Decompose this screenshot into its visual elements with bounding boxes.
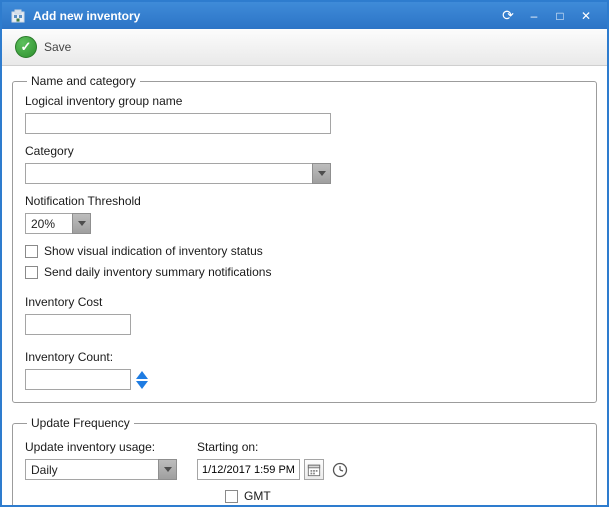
update-frequency-group: Update Frequency Update inventory usage:… (12, 416, 597, 505)
category-dropdown-button[interactable] (312, 163, 331, 184)
frequency-row: Update inventory usage: Daily Starting o… (25, 438, 584, 503)
inventory-cost-input[interactable] (25, 314, 131, 335)
category-dropdown-value (25, 163, 312, 184)
gmt-label: GMT (244, 489, 271, 503)
name-category-legend: Name and category (27, 74, 140, 88)
usage-column: Update inventory usage: Daily (25, 438, 197, 503)
group-name-input[interactable] (25, 113, 331, 134)
update-frequency-legend: Update Frequency (27, 416, 134, 430)
spinner-down-icon[interactable] (136, 381, 148, 389)
inventory-count-spinner[interactable] (136, 371, 148, 389)
gmt-checkbox[interactable] (225, 490, 238, 503)
time-picker-button[interactable] (332, 462, 348, 478)
daily-summary-checkbox[interactable] (25, 266, 38, 279)
spinner-up-icon[interactable] (136, 371, 148, 379)
add-inventory-window: Add new inventory ⟳ – □ ✕ ✓ Save Name an… (0, 0, 609, 507)
minimize-button[interactable]: – (521, 5, 547, 27)
visual-indication-checkbox[interactable] (25, 245, 38, 258)
threshold-dropdown[interactable]: 20% (25, 213, 91, 234)
daily-summary-label: Send daily inventory summary notificatio… (44, 265, 271, 279)
inventory-cost-label: Inventory Cost (25, 295, 584, 309)
save-button[interactable]: ✓ Save (8, 32, 86, 62)
starting-column: Starting on: (197, 438, 348, 503)
starting-date-input[interactable] (197, 459, 300, 480)
calendar-icon (307, 463, 321, 477)
calendar-picker-button[interactable] (304, 459, 324, 480)
usage-dropdown-value: Daily (25, 459, 158, 480)
inventory-count-label: Inventory Count: (25, 350, 584, 364)
form-content: Name and category Logical inventory grou… (2, 66, 607, 505)
clock-icon (332, 462, 348, 478)
chevron-down-icon (318, 171, 326, 176)
save-check-icon: ✓ (15, 36, 37, 58)
usage-dropdown-button[interactable] (158, 459, 177, 480)
usage-dropdown[interactable]: Daily (25, 459, 177, 480)
close-button[interactable]: ✕ (573, 5, 599, 27)
save-button-label: Save (44, 40, 71, 54)
window-title: Add new inventory (33, 9, 495, 23)
threshold-dropdown-button[interactable] (72, 213, 91, 234)
group-name-label: Logical inventory group name (25, 94, 584, 108)
visual-indication-row: Show visual indication of inventory stat… (25, 244, 584, 258)
category-dropdown[interactable] (25, 163, 331, 184)
title-bar: Add new inventory ⟳ – □ ✕ (2, 2, 607, 29)
maximize-button[interactable]: □ (547, 5, 573, 27)
inventory-app-icon (10, 8, 26, 24)
gmt-row: GMT (225, 489, 348, 503)
usage-label: Update inventory usage: (25, 440, 197, 454)
daily-summary-row: Send daily inventory summary notificatio… (25, 265, 584, 279)
refresh-button[interactable]: ⟳ (495, 5, 521, 27)
threshold-label: Notification Threshold (25, 194, 584, 208)
category-label: Category (25, 144, 584, 158)
name-category-group: Name and category Logical inventory grou… (12, 74, 597, 403)
inventory-count-row (25, 369, 584, 390)
starting-date-row (197, 459, 348, 480)
chevron-down-icon (164, 467, 172, 472)
visual-indication-label: Show visual indication of inventory stat… (44, 244, 263, 258)
threshold-dropdown-value: 20% (25, 213, 72, 234)
chevron-down-icon (78, 221, 86, 226)
inventory-count-input[interactable] (25, 369, 131, 390)
toolbar: ✓ Save (2, 29, 607, 66)
starting-on-label: Starting on: (197, 440, 348, 454)
